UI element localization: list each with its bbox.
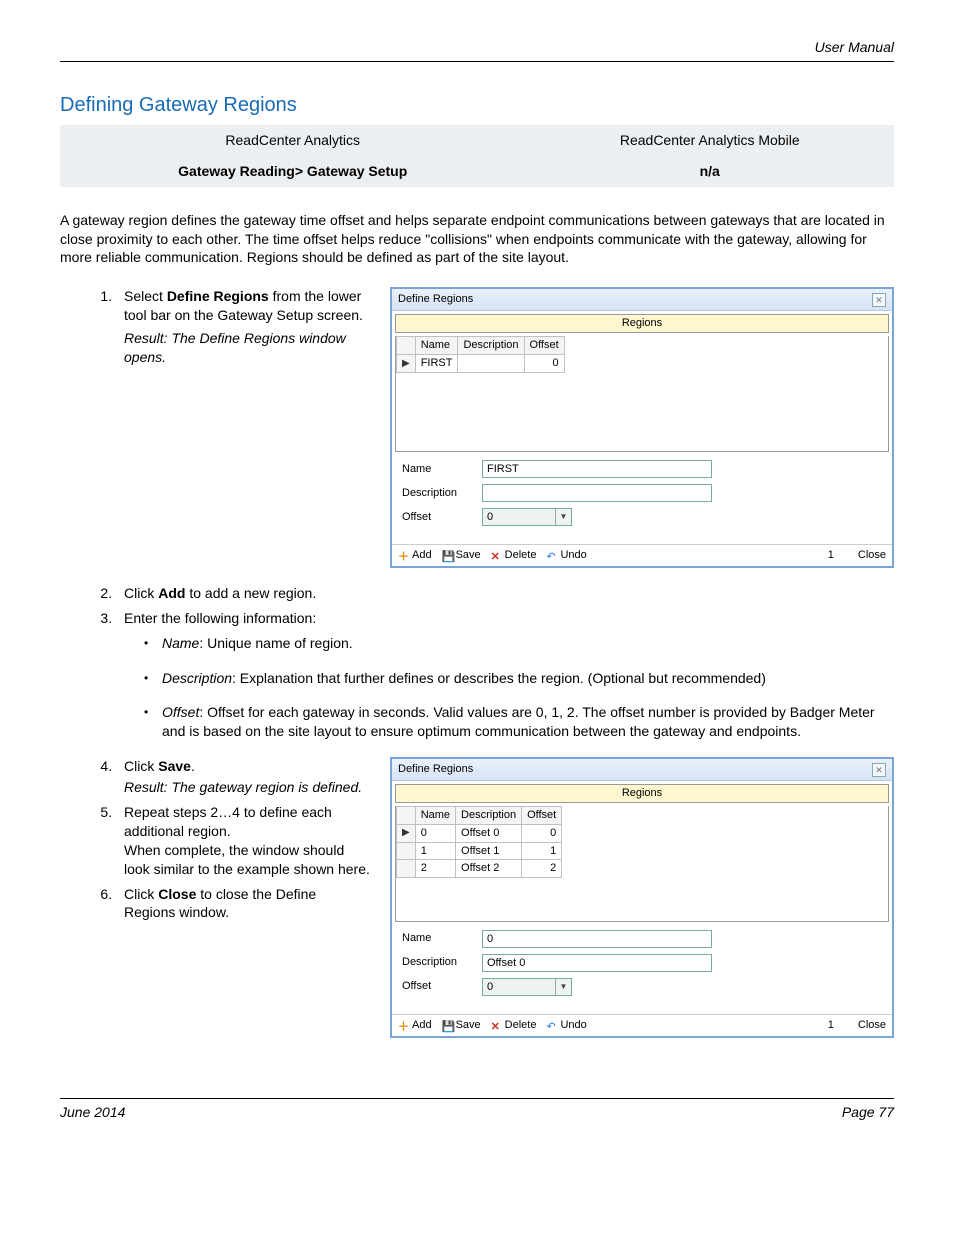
col-desc: Description	[458, 337, 524, 355]
regions-grid[interactable]: Name Description Offset ▶ FIRST 0	[395, 336, 889, 452]
step-4: Click Save. Result: The gateway region i…	[116, 757, 370, 797]
footer-date: June 2014	[60, 1103, 125, 1122]
step-1-result: Result: The Define Regions window opens.	[124, 329, 370, 367]
define-regions-window-2: Define Regions ✕ Regions Name Descriptio…	[390, 757, 894, 1038]
close-icon[interactable]: ✕	[872, 763, 886, 777]
description-field[interactable]	[482, 484, 712, 502]
footer-page: Page 77	[842, 1103, 894, 1122]
col-off: Offset	[524, 337, 564, 355]
delete-button[interactable]: ✕Delete	[491, 548, 537, 563]
intro-paragraph: A gateway region defines the gateway tim…	[60, 211, 894, 268]
steps-list-b: Click Add to add a new region. Enter the…	[60, 584, 894, 741]
plus-icon: ＋	[398, 1020, 409, 1031]
row-marker-icon: ▶	[397, 824, 416, 842]
close-button[interactable]: Close	[858, 548, 886, 563]
save-button[interactable]: 💾Save	[442, 1018, 481, 1033]
offset-label: Offset	[402, 510, 482, 525]
regions-header: Regions	[395, 314, 889, 333]
col-name: Name	[415, 806, 455, 824]
table-row[interactable]: 1 Offset 1 1	[397, 842, 562, 860]
table-row[interactable]: 2 Offset 2 2	[397, 860, 562, 878]
description-label: Description	[402, 486, 482, 501]
save-button[interactable]: 💾Save	[442, 548, 481, 563]
name-field[interactable]	[482, 460, 712, 478]
window-title: Define Regions	[398, 762, 473, 777]
regions-header: Regions	[395, 784, 889, 803]
chevron-down-icon: ▼	[555, 979, 571, 995]
offset-label: Offset	[402, 979, 482, 994]
page-header: User Manual	[60, 38, 894, 62]
undo-icon: ↶	[546, 1020, 557, 1031]
define-regions-window-1: Define Regions ✕ Regions Name Descriptio…	[390, 287, 894, 568]
nav-col-1: ReadCenter Analytics	[60, 125, 525, 156]
step-4-result: Result: The gateway region is defined.	[124, 778, 370, 797]
plus-icon: ＋	[398, 550, 409, 561]
description-field[interactable]	[482, 954, 712, 972]
undo-icon: ↶	[546, 550, 557, 561]
close-button[interactable]: Close	[858, 1018, 886, 1033]
nav-val-2: n/a	[525, 156, 894, 187]
offset-combo[interactable]: 0 ▼	[482, 978, 572, 996]
table-row[interactable]: ▶ 0 Offset 0 0	[397, 824, 562, 842]
col-name: Name	[415, 337, 458, 355]
description-label: Description	[402, 955, 482, 970]
page-footer: June 2014 Page 77	[60, 1098, 894, 1122]
delete-icon: ✕	[491, 550, 502, 561]
header-right: User Manual	[815, 39, 894, 55]
name-label: Name	[402, 931, 482, 946]
delete-icon: ✕	[491, 1020, 502, 1031]
row-marker-icon: ▶	[397, 354, 416, 372]
save-icon: 💾	[442, 550, 453, 561]
name-label: Name	[402, 462, 482, 477]
nav-val-1: Gateway Reading> Gateway Setup	[60, 156, 525, 187]
col-desc: Description	[456, 806, 522, 824]
chevron-down-icon: ▼	[555, 509, 571, 525]
col-off: Offset	[522, 806, 562, 824]
save-icon: 💾	[442, 1020, 453, 1031]
nav-col-2: ReadCenter Analytics Mobile	[525, 125, 894, 156]
bullet-description: Description: Explanation that further de…	[152, 669, 894, 688]
add-button[interactable]: ＋Add	[398, 548, 432, 563]
step-5: Repeat steps 2…4 to define each addition…	[116, 803, 370, 879]
name-field[interactable]	[482, 930, 712, 948]
window-title: Define Regions	[398, 292, 473, 307]
bullet-offset: Offset: Offset for each gateway in secon…	[152, 703, 894, 741]
offset-combo[interactable]: 0 ▼	[482, 508, 572, 526]
table-row[interactable]: ▶ FIRST 0	[397, 354, 565, 372]
breadcrumb-table: ReadCenter Analytics ReadCenter Analytic…	[60, 125, 894, 187]
regions-grid[interactable]: Name Description Offset ▶ 0 Offset 0 0 1…	[395, 806, 889, 922]
steps-list-c: Click Save. Result: The gateway region i…	[60, 757, 370, 922]
bullet-name: Name: Unique name of region.	[152, 634, 894, 653]
steps-list-a: Select Define Regions from the lower too…	[60, 287, 370, 367]
record-count: 1	[828, 1018, 834, 1033]
add-button[interactable]: ＋Add	[398, 1018, 432, 1033]
step-3: Enter the following information: Name: U…	[116, 609, 894, 741]
undo-button[interactable]: ↶Undo	[546, 1018, 586, 1033]
undo-button[interactable]: ↶Undo	[546, 548, 586, 563]
close-icon[interactable]: ✕	[872, 293, 886, 307]
step-6: Click Close to close the Define Regions …	[116, 885, 370, 923]
record-count: 1	[828, 548, 834, 563]
step-2: Click Add to add a new region.	[116, 584, 894, 603]
step-1: Select Define Regions from the lower too…	[116, 287, 370, 367]
delete-button[interactable]: ✕Delete	[491, 1018, 537, 1033]
section-heading: Defining Gateway Regions	[60, 92, 894, 119]
